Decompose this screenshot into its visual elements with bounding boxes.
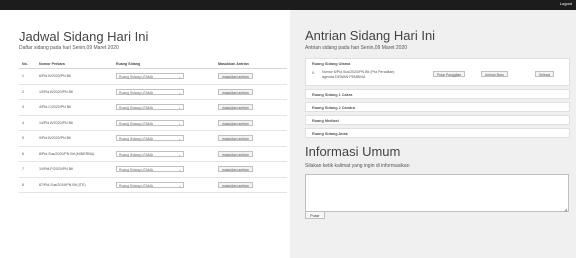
room-name: Ruang Sidang 1 Cakra bbox=[312, 93, 353, 97]
row-number: 1 bbox=[19, 68, 36, 85]
schedule-title: Jadwal Sidang Hari Ini bbox=[19, 29, 149, 44]
queue-index: 0. bbox=[312, 71, 315, 75]
add-to-queue-button[interactable]: masukkan antrian bbox=[218, 166, 253, 173]
row-number: 5 bbox=[19, 130, 36, 147]
case-number: 87/Pid.Sus/2019/PN Btl (ITE) bbox=[36, 177, 113, 193]
room-select[interactable]: Ruang Sidang UTAMA ⌄ bbox=[116, 119, 184, 126]
schedule-table: No. Nomor Perkara Ruang Sidang Masukkan … bbox=[19, 59, 287, 193]
table-row: 7 10/Pdt.P/2020/PN Btl Ruang Sidang UTAM… bbox=[19, 161, 287, 178]
schedule-subtitle: Daftar sidang pada hari Senin,09 Maret 2… bbox=[19, 45, 119, 51]
col-header-ruang-sidang: Ruang Sidang bbox=[113, 59, 215, 69]
room-select[interactable]: Ruang Sidang UTAMA ⌄ bbox=[116, 104, 184, 111]
case-number: 6/Pid.B/2020/PN Btl bbox=[36, 68, 113, 85]
room-name: Ruang Sidang 2 Candra bbox=[312, 106, 355, 110]
case-number: 4/Pid.C/2020/PN Btl bbox=[36, 99, 113, 116]
queue-subtitle: Antrian sidang pada hari Senin,09 Maret … bbox=[305, 45, 408, 51]
room-card-utama: Ruang Sidang Utama 0. Nomor 6/Pid.Sus/20… bbox=[305, 58, 570, 86]
room-select[interactable]: Ruang Sidang UTAMA ⌄ bbox=[116, 166, 184, 173]
row-number: 3 bbox=[19, 99, 36, 116]
info-title: Informasi Umum bbox=[305, 144, 401, 159]
add-to-queue-button[interactable]: masukkan antrian bbox=[218, 73, 253, 80]
top-nav-bar: Logout bbox=[0, 0, 576, 10]
resize-handle-icon[interactable]: ◢ bbox=[564, 207, 567, 212]
row-number: 4 bbox=[19, 115, 36, 131]
col-header-nomor-perkara: Nomor Perkara bbox=[36, 59, 113, 69]
case-number: 10/Pid.B/2020/PN Btl bbox=[36, 84, 113, 100]
case-number: 10/Pdt.P/2020/PN Btl bbox=[36, 161, 113, 178]
info-textarea[interactable] bbox=[305, 174, 569, 212]
room-card-anak: Ruang Sidang Anak bbox=[305, 128, 570, 138]
row-number: 8 bbox=[19, 177, 36, 193]
row-number: 2 bbox=[19, 84, 36, 100]
room-card-cakra: Ruang Sidang 1 Cakra bbox=[305, 89, 570, 99]
play-call-button[interactable]: Putar Panggilan bbox=[433, 71, 466, 77]
queue-entry-text: Nomor 6/Pid.Sus/2020/PN Btl (Pra Peradil… bbox=[322, 70, 422, 80]
add-to-queue-button[interactable]: masukkan antrian bbox=[218, 181, 253, 188]
room-card-mediasi: Ruang Mediasi bbox=[305, 115, 570, 125]
room-name: Ruang Mediasi bbox=[312, 119, 339, 123]
add-to-queue-button[interactable]: masukkan antrian bbox=[218, 119, 253, 126]
col-header-no: No. bbox=[19, 59, 36, 69]
room-name: Ruang Sidang Anak bbox=[312, 132, 348, 136]
table-row: 2 10/Pid.B/2020/PN Btl Ruang Sidang UTAM… bbox=[19, 84, 287, 100]
col-header-masukkan-antrian: Masukkan Antrian bbox=[215, 59, 287, 69]
room-card-candra: Ruang Sidang 2 Candra bbox=[305, 102, 570, 112]
chevron-down-icon: ⌄ bbox=[178, 106, 181, 111]
room-select[interactable]: Ruang Sidang UTAMA ⌄ bbox=[116, 135, 184, 142]
queue-entry: 0. Nomor 6/Pid.Sus/2020/PN Btl (Pra Pera… bbox=[306, 68, 571, 82]
done-button[interactable]: Selesai bbox=[535, 71, 555, 77]
table-row: 5 9/Pid.B/2020/PN Btl Ruang Sidang UTAMA… bbox=[19, 130, 287, 147]
chevron-down-icon: ⌄ bbox=[178, 90, 181, 95]
add-to-queue-button[interactable]: masukkan antrian bbox=[218, 104, 253, 111]
table-row: 1 6/Pid.B/2020/PN Btl Ruang Sidang UTAMA… bbox=[19, 68, 287, 85]
chevron-down-icon: ⌄ bbox=[178, 152, 181, 157]
room-name: Ruang Sidang Utama bbox=[312, 62, 351, 66]
add-to-queue-button[interactable]: masukkan antrian bbox=[218, 150, 253, 157]
case-number: 9/Pid.B/2020/PN Btl bbox=[36, 130, 113, 147]
table-row: 8 87/Pid.Sus/2019/PN Btl (ITE) Ruang Sid… bbox=[19, 177, 287, 193]
chevron-down-icon: ⌄ bbox=[178, 75, 181, 80]
chevron-down-icon: ⌄ bbox=[178, 168, 181, 173]
room-select[interactable]: Ruang Sidang UTAMA ⌄ bbox=[116, 150, 184, 157]
chevron-down-icon: ⌄ bbox=[178, 183, 181, 188]
logout-link[interactable]: Logout bbox=[560, 1, 572, 6]
room-select[interactable]: Ruang Sidang UTAMA ⌄ bbox=[116, 73, 184, 80]
putar-button[interactable]: Putar bbox=[305, 211, 325, 219]
row-number: 6 bbox=[19, 146, 36, 162]
table-row: 4 14/Pid.B/2020/PN Btl Ruang Sidang UTAM… bbox=[19, 115, 287, 131]
case-number: 14/Pid.B/2020/PN Btl bbox=[36, 115, 113, 131]
case-number: 8/Pid.Sus/2020/PN Btl (MINERBA) bbox=[36, 146, 113, 162]
table-header-row: No. Nomor Perkara Ruang Sidang Masukkan … bbox=[19, 59, 287, 69]
chevron-down-icon: ⌄ bbox=[178, 121, 181, 126]
chevron-down-icon: ⌄ bbox=[178, 137, 181, 142]
table-row: 3 4/Pid.C/2020/PN Btl Ruang Sidang UTAMA… bbox=[19, 99, 287, 116]
row-number: 7 bbox=[19, 161, 36, 178]
add-to-queue-button[interactable]: masukkan antrian bbox=[218, 135, 253, 142]
table-row: 6 8/Pid.Sus/2020/PN Btl (MINERBA) Ruang … bbox=[19, 146, 287, 162]
queue-agenda-line: agenda DEWAN PEMBINA bbox=[322, 75, 366, 79]
queue-title: Antrian Sidang Hari Ini bbox=[305, 28, 436, 43]
room-select[interactable]: Ruang Sidang UTAMA ⌄ bbox=[116, 181, 184, 188]
room-select[interactable]: Ruang Sidang UTAMA ⌄ bbox=[116, 88, 184, 95]
add-to-queue-button[interactable]: masukkan antrian bbox=[218, 88, 253, 95]
new-queue-button[interactable]: Antrian Baru bbox=[481, 71, 508, 77]
info-subtitle: Silakan ketik kalimat yang ingin di info… bbox=[305, 163, 410, 169]
